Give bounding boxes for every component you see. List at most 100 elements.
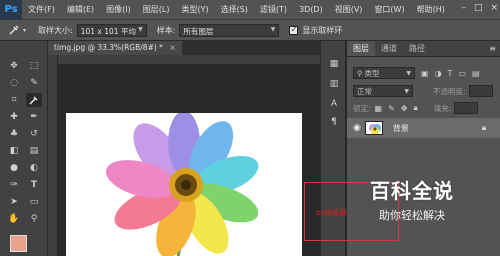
zoom-tool-icon[interactable]: ⚲ xyxy=(26,212,42,226)
document-tab[interactable]: timg.jpg @ 33.3%(RGB/8#) * × xyxy=(48,41,182,55)
history-panel-icon[interactable]: ▦ xyxy=(327,57,341,71)
menu-file[interactable]: 文件(F) xyxy=(22,4,61,15)
foreground-color-swatch[interactable] xyxy=(10,235,27,252)
lock-all-icon[interactable]: 🔒︎ xyxy=(414,103,418,113)
lock-row: 锁定: ▦ ✎ ✥ 🔒︎ 填充: xyxy=(347,100,500,116)
menu-image[interactable]: 图像(I) xyxy=(100,4,137,15)
maximize-button[interactable]: □ xyxy=(474,3,483,13)
crop-tool-icon[interactable]: ⌗ xyxy=(6,93,22,107)
search-icon: ⚲ xyxy=(357,68,363,78)
document-tab-bar: timg.jpg @ 33.3%(RGB/8#) * × xyxy=(48,41,320,55)
blur-tool-icon[interactable]: ● xyxy=(6,161,22,175)
menu-edit[interactable]: 编辑(E) xyxy=(61,4,100,15)
layers-panel-tabs: 图层 通道 路径 ≡ xyxy=(347,41,500,57)
properties-panel-icon[interactable]: ▥ xyxy=(327,77,341,91)
show-ring-checkbox[interactable]: ✓ xyxy=(289,25,299,35)
filter-shape-icon[interactable]: ▭ xyxy=(458,69,466,78)
visibility-eye-icon[interactable]: ◉ xyxy=(353,123,361,133)
menu-help[interactable]: 帮助(H) xyxy=(411,4,451,15)
menu-view[interactable]: 视图(V) xyxy=(329,4,369,15)
history-brush-tool-icon[interactable]: ↺ xyxy=(26,127,42,141)
fill-label: 填充: xyxy=(433,103,452,113)
menu-window[interactable]: 窗口(W) xyxy=(368,4,410,15)
tools-panel: ✥ ⬚ ◌ ✎ ⌗ ✚ ✒ ♣ ↺ ◧ ▤ ● ◐ ✑ T ➤ ▭ ✋ ⚲ xyxy=(0,41,48,256)
lock-pixels-icon[interactable]: ▦ xyxy=(375,104,383,113)
blend-row: 正常 ▼ 不透明度: xyxy=(347,83,500,99)
filter-pixel-icon[interactable]: ▣ xyxy=(421,69,429,78)
eyedropper-tool-icon[interactable] xyxy=(26,93,42,107)
lasso-tool-icon[interactable]: ◌ xyxy=(6,76,22,90)
options-bar: ▾ 取样大小: 101 x 101 平均 ▼ 样本: 所有图层 ▼ ✓ 显示取样… xyxy=(0,20,500,41)
horizontal-ruler xyxy=(58,55,320,65)
menu-type[interactable]: 类型(Y) xyxy=(175,4,214,15)
sample-size-select[interactable]: 101 x 101 平均 ▼ xyxy=(76,23,147,37)
lock-icon: 🔒︎ xyxy=(481,123,486,132)
sample-size-value: 101 x 101 平均 xyxy=(80,26,136,36)
character-panel-icon[interactable]: A xyxy=(327,97,341,111)
menu-3d[interactable]: 3D(D) xyxy=(293,5,329,14)
blend-mode-value: 正常 xyxy=(357,86,372,96)
chevron-down-icon: ▼ xyxy=(138,25,143,33)
watermark: 百科全说 助你轻松解决 xyxy=(352,175,472,230)
gradient-tool-icon[interactable]: ▤ xyxy=(26,144,42,158)
layer-row[interactable]: ◉ 背景 🔒︎ xyxy=(347,118,500,138)
opacity-field[interactable] xyxy=(468,85,493,97)
tab-channels[interactable]: 通道 xyxy=(375,41,403,56)
layer-thumbnail xyxy=(364,121,383,135)
shape-tool-icon[interactable]: ▭ xyxy=(26,195,42,209)
menu-filter[interactable]: 滤镜(T) xyxy=(254,4,293,15)
panel-menu-icon[interactable]: ≡ xyxy=(489,44,496,53)
blend-mode-select[interactable]: 正常 ▼ xyxy=(353,85,413,97)
filter-smart-icon[interactable]: ▤ xyxy=(472,69,480,78)
tab-paths[interactable]: 路径 xyxy=(403,41,431,56)
paragraph-panel-icon[interactable]: ¶ xyxy=(327,115,341,129)
chevron-down-icon: ▼ xyxy=(404,87,409,95)
lock-label: 锁定: xyxy=(353,103,371,113)
healing-tool-icon[interactable]: ✚ xyxy=(6,110,22,124)
document-tab-title: timg.jpg @ 33.3%(RGB/8#) * xyxy=(54,43,163,52)
menu-select[interactable]: 选择(S) xyxy=(215,4,254,15)
fill-field[interactable] xyxy=(454,102,479,114)
sample-label: 样本: xyxy=(156,25,176,35)
sample-value: 所有图层 xyxy=(183,26,214,36)
quick-select-tool-icon[interactable]: ✎ xyxy=(26,76,42,90)
layer-filter-value: 类型 xyxy=(364,68,380,78)
eraser-tool-icon[interactable]: ◧ xyxy=(6,144,22,158)
minimize-button[interactable]: – xyxy=(461,3,466,13)
chevron-down-icon: ▼ xyxy=(406,69,411,77)
chevron-down-icon[interactable]: ▾ xyxy=(23,27,26,34)
path-select-tool-icon[interactable]: ➤ xyxy=(6,195,22,209)
layer-filter-row: ⚲ 类型 ▼ ▣ ◑ T ▭ ▤ xyxy=(347,65,500,81)
eyedropper-icon[interactable] xyxy=(8,23,22,37)
menu-layer[interactable]: 图层(L) xyxy=(137,4,176,15)
flower-image xyxy=(105,113,259,256)
marquee-tool-icon[interactable]: ⬚ xyxy=(26,59,42,73)
annotation-text: ps吸管取 xyxy=(316,208,348,217)
watermark-title: 百科全说 xyxy=(370,179,454,203)
lock-move-icon[interactable]: ✥ xyxy=(401,104,408,113)
filter-adjust-icon[interactable]: ◑ xyxy=(435,69,442,78)
close-window-button[interactable]: × xyxy=(490,3,498,13)
stamp-tool-icon[interactable]: ♣ xyxy=(6,127,22,141)
layer-filter-select[interactable]: ⚲ 类型 ▼ xyxy=(353,67,415,79)
show-ring-label: 显示取样环 xyxy=(302,25,343,35)
menu-bar: Ps 文件(F) 编辑(E) 图像(I) 图层(L) 类型(Y) 选择(S) 滤… xyxy=(0,0,500,20)
sample-select[interactable]: 所有图层 ▼ xyxy=(179,23,280,37)
move-tool-icon[interactable]: ✥ xyxy=(6,59,22,73)
text-tool-icon[interactable]: T xyxy=(26,178,42,192)
chevron-down-icon: ▼ xyxy=(270,25,276,33)
filter-type-icon[interactable]: T xyxy=(448,69,453,78)
pen-tool-icon[interactable]: ✑ xyxy=(6,178,22,192)
opacity-label: 不透明度: xyxy=(433,86,466,96)
document-canvas[interactable] xyxy=(66,113,302,256)
lock-paint-icon[interactable]: ✎ xyxy=(388,104,395,113)
hand-tool-icon[interactable]: ✋ xyxy=(6,212,22,226)
photoshop-logo: Ps xyxy=(0,0,22,20)
close-tab-icon[interactable]: × xyxy=(169,43,175,52)
layer-name: 背景 xyxy=(392,123,409,133)
dodge-tool-icon[interactable]: ◐ xyxy=(26,161,42,175)
tab-layers[interactable]: 图层 xyxy=(347,41,375,56)
vertical-ruler xyxy=(48,55,58,256)
window-controls: – □ × xyxy=(461,3,498,13)
brush-tool-icon[interactable]: ✒ xyxy=(26,110,42,124)
